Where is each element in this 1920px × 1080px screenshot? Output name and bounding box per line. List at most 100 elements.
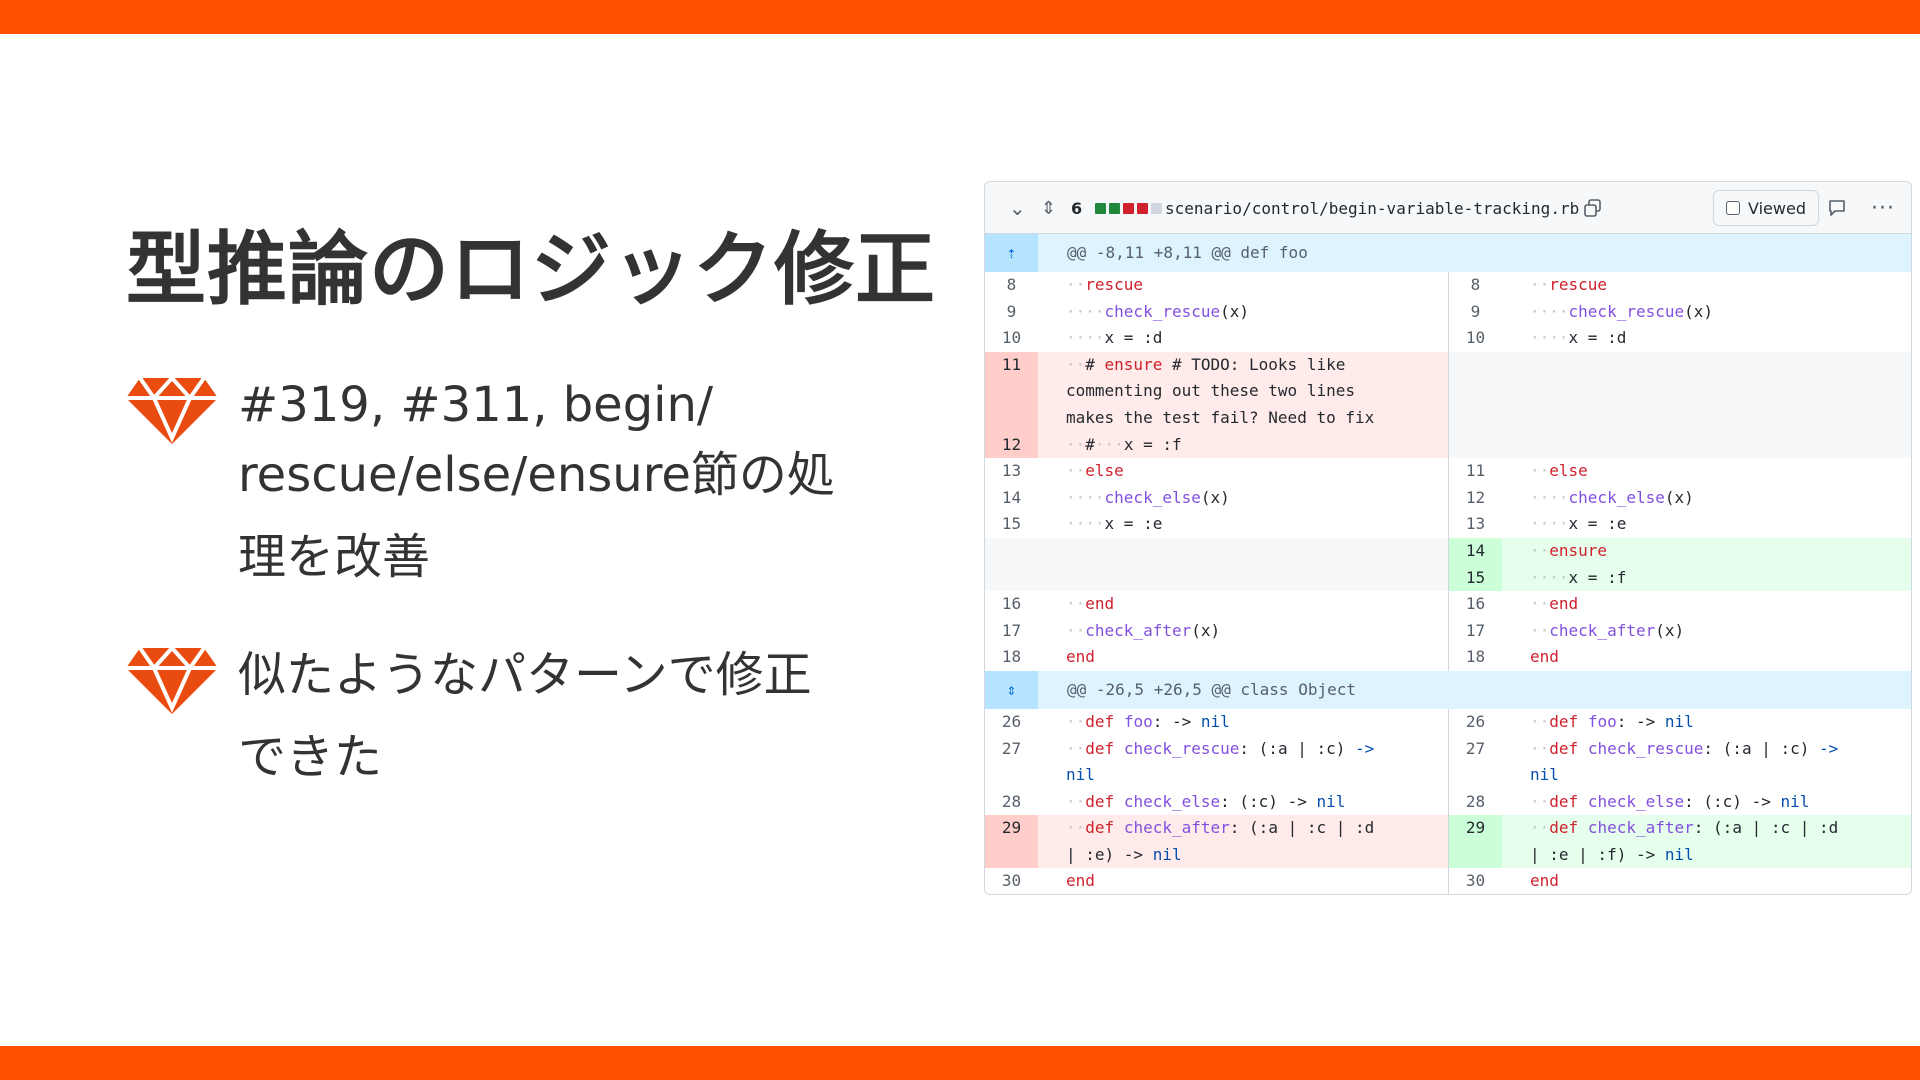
- line-number[interactable]: 10: [1449, 325, 1502, 352]
- split-divider: [1448, 708, 1449, 736]
- code-line: ····check_else(x): [1530, 487, 1694, 507]
- ruby-gem-icon: [126, 646, 218, 714]
- split-divider: [1448, 735, 1449, 789]
- split-divider: [1448, 458, 1449, 485]
- file-path[interactable]: scenario/control/begin-variable-tracking…: [1165, 182, 1579, 234]
- diff-row: 27 ··def check_rescue: (:a | :c) -> nil 27 ·…: [985, 735, 1911, 789]
- split-divider: [1448, 351, 1449, 459]
- diff-row: 11 12 ··# ensure # TODO: Looks like comment…: [985, 351, 1911, 459]
- diff-row: 8 ··rescue 8 ··rescue: [985, 272, 1911, 299]
- code-line: ··def check_rescue: (:a | :c) -> nil: [1530, 738, 1839, 785]
- more-options-icon[interactable]: ···: [1871, 182, 1895, 234]
- diff-panel: ⌄ ⇕ 6 scenario/control/begin-variable-tr…: [984, 181, 1912, 895]
- diff-row: 30 end 30 end: [985, 868, 1911, 894]
- line-number[interactable]: 18: [985, 644, 1038, 671]
- split-divider: [1448, 591, 1449, 618]
- empty-line-number[interactable]: [985, 537, 1038, 565]
- bullet-item: 似たようなパターンで修正 できた: [126, 640, 936, 790]
- line-number[interactable]: 11: [1449, 458, 1502, 485]
- line-number[interactable]: 17: [1449, 618, 1502, 645]
- diff-row: 16 ··end 16 ··end: [985, 591, 1911, 618]
- split-divider: [1448, 815, 1449, 869]
- diff-row: 14 ··ensure: [985, 537, 1911, 565]
- split-divider: [1448, 868, 1449, 894]
- code-line: ··rescue: [1530, 275, 1608, 294]
- split-divider: [1448, 298, 1449, 326]
- line-number[interactable]: 30: [1449, 868, 1502, 894]
- split-divider: [1448, 325, 1449, 352]
- line-number[interactable]: 28: [1449, 789, 1502, 816]
- line-number[interactable]: 28: [985, 789, 1038, 816]
- split-divider: [1448, 644, 1449, 671]
- line-number[interactable]: 14: [985, 485, 1038, 512]
- line-number[interactable]: 26: [985, 709, 1038, 736]
- line-number[interactable]: 15: [985, 511, 1038, 538]
- code-line: ····x = :e: [1066, 514, 1163, 534]
- viewed-checkbox[interactable]: Viewed: [1713, 190, 1819, 226]
- code-line: ··check_after(x): [1530, 620, 1685, 640]
- code-line: ····x = :d: [1530, 328, 1627, 348]
- line-number[interactable]: 29: [985, 815, 1038, 869]
- code-line: ··def foo: -> nil: [1530, 711, 1694, 731]
- diff-row: 17 ··check_after(x) 17 ··check_after(x): [985, 617, 1911, 645]
- diff-row: 9 ····check_rescue(x) 9 ····check_rescue(x): [985, 298, 1911, 326]
- code-line: ··end: [1066, 594, 1115, 614]
- code-line: end: [1066, 647, 1095, 667]
- code-line: ····check_rescue(x): [1530, 301, 1714, 321]
- code-line: ··def foo: -> nil: [1066, 711, 1230, 731]
- split-divider: [1448, 272, 1449, 299]
- bullet-text: #319, #311, begin/ rescue/else/ensure節の処…: [238, 377, 835, 585]
- code-line: end: [1530, 871, 1559, 891]
- added-code: ····x = :f: [1502, 564, 1911, 592]
- line-number[interactable]: 27: [1449, 736, 1502, 789]
- line-number[interactable]: 14: [1449, 537, 1502, 565]
- chevron-down-icon[interactable]: ⌄: [1009, 182, 1026, 234]
- line-number[interactable]: 11 12: [985, 351, 1038, 459]
- expand-all-icon[interactable]: ⇕: [1041, 182, 1056, 234]
- line-number[interactable]: 16: [1449, 591, 1502, 618]
- bullet-item: #319, #311, begin/ rescue/else/ensure節の処…: [126, 370, 936, 600]
- line-number[interactable]: 9: [985, 299, 1038, 326]
- line-number[interactable]: 18: [1449, 644, 1502, 671]
- diff-row: 14 ····check_else(x) 12 ····check_else(x): [985, 484, 1911, 512]
- line-number[interactable]: 29: [1449, 815, 1502, 869]
- code-line: ··def check_else: (:c) -> nil: [1530, 791, 1810, 811]
- line-number[interactable]: 13: [1449, 511, 1502, 538]
- line-number[interactable]: 16: [985, 591, 1038, 618]
- diff-file-header: ⌄ ⇕ 6 scenario/control/begin-variable-tr…: [985, 182, 1911, 234]
- top-accent-bar: [0, 0, 1920, 34]
- split-divider: [1448, 617, 1449, 645]
- line-number[interactable]: 8: [1449, 272, 1502, 299]
- line-number[interactable]: 30: [985, 868, 1038, 894]
- line-number[interactable]: 10: [985, 325, 1038, 352]
- comment-icon[interactable]: [1827, 182, 1847, 234]
- line-number[interactable]: 27: [985, 736, 1038, 789]
- line-number[interactable]: 12: [1449, 485, 1502, 512]
- empty-line-number[interactable]: [1449, 351, 1502, 459]
- empty-line-number[interactable]: [985, 564, 1038, 592]
- copy-icon[interactable]: [1583, 182, 1603, 234]
- code-line: ····x = :d: [1066, 328, 1163, 348]
- diff-row: 13 ··else 11 ··else: [985, 458, 1911, 485]
- slide-title: 型推論のロジック修正: [126, 223, 936, 316]
- diff-row: 10 ····x = :d 10 ····x = :d: [985, 325, 1911, 352]
- line-number[interactable]: 8: [985, 272, 1038, 299]
- diffstat-blocks: [1095, 182, 1162, 234]
- hunk-header: ⇕ @@ -26,5 +26,5 @@ class Object: [985, 670, 1911, 709]
- line-number[interactable]: 13: [985, 458, 1038, 485]
- diff-row: 18 end 18 end: [985, 644, 1911, 671]
- line-number[interactable]: 26: [1449, 709, 1502, 736]
- code-line: ··def check_rescue: (:a | :c) -> nil: [1066, 738, 1375, 785]
- expand-icon[interactable]: ⇕: [985, 670, 1038, 709]
- empty-code: [1038, 564, 1449, 592]
- added-code: ··ensure: [1502, 537, 1911, 565]
- split-divider: [1448, 564, 1449, 592]
- code-line: ····check_rescue(x): [1066, 301, 1250, 321]
- line-number[interactable]: 17: [985, 618, 1038, 645]
- line-number[interactable]: 9: [1449, 299, 1502, 326]
- code-line: ··def check_else: (:c) -> nil: [1066, 791, 1346, 811]
- diff-rows: ⇡ @@ -8,11 +8,11 @@ def foo 8 ··rescue 8 ··…: [985, 234, 1911, 894]
- expand-up-icon[interactable]: ⇡: [985, 234, 1038, 272]
- checkbox-icon[interactable]: [1726, 201, 1740, 215]
- line-number[interactable]: 15: [1449, 564, 1502, 592]
